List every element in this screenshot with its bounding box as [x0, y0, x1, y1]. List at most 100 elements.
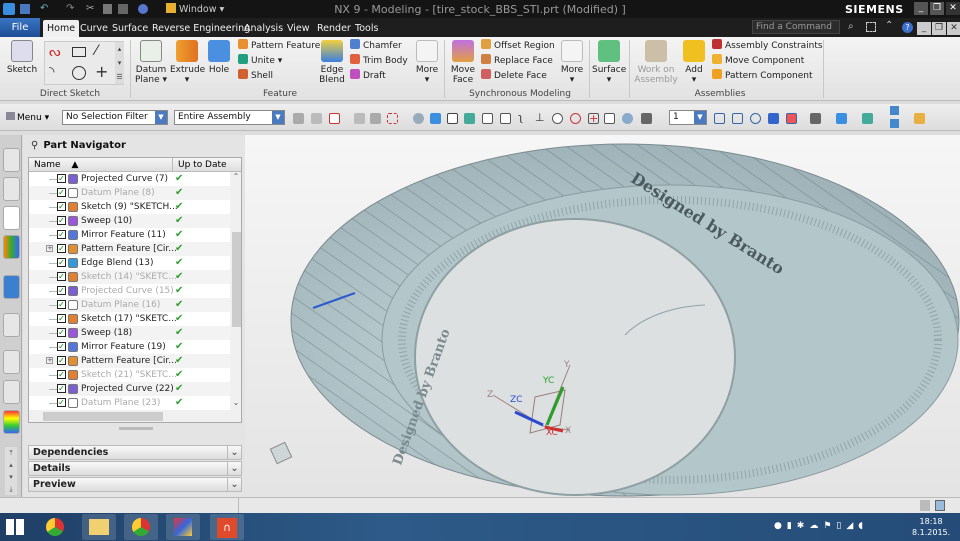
pan-icon[interactable]: [768, 113, 779, 124]
tree-row[interactable]: ✓ Sweep (10) ✔: [29, 214, 230, 228]
sketch-button[interactable]: Sketch: [6, 40, 38, 75]
visibility-checkbox[interactable]: ✓: [57, 398, 66, 407]
existing-point-icon[interactable]: +: [588, 113, 599, 124]
visibility-checkbox[interactable]: ✓: [57, 258, 66, 267]
tab-view[interactable]: View: [283, 20, 314, 37]
replace-face-button[interactable]: Replace Face: [481, 54, 555, 69]
work-view-icon[interactable]: [862, 113, 873, 124]
tab-surface[interactable]: Surface: [108, 20, 152, 37]
part-navigator-tab[interactable]: [3, 206, 20, 230]
assembly-constraints-button[interactable]: Assembly Constraints: [712, 39, 823, 54]
arc-center-icon[interactable]: [552, 113, 563, 124]
visibility-checkbox[interactable]: ✓: [57, 356, 66, 365]
column-header-name[interactable]: Name ▲: [29, 158, 172, 172]
visibility-checkbox[interactable]: ✓: [57, 216, 66, 225]
taskbar-chrome[interactable]: [38, 514, 72, 540]
pin-icon[interactable]: ⚲: [31, 140, 38, 151]
studio-spline-icon[interactable]: ᔓ: [49, 45, 61, 60]
scroll-thumb[interactable]: [43, 412, 163, 421]
body-rule-icon[interactable]: [370, 113, 381, 124]
line-icon[interactable]: ⁄: [95, 43, 97, 59]
extrude-button[interactable]: Extrude ▾: [170, 40, 205, 85]
visibility-checkbox[interactable]: ✓: [57, 202, 66, 211]
tab-reverse-engineering[interactable]: Reverse Engineering: [148, 20, 254, 37]
tree-row[interactable]: ✓ Projected Curve (7) ✔: [29, 172, 230, 186]
tree-row[interactable]: ✓ Sketch (21) "SKETC... ✔: [29, 368, 230, 382]
selection-filter-select[interactable]: No Selection Filter ▼: [62, 110, 168, 125]
tree-row[interactable]: ✓ Sketch (14) "SKETC... ✔: [29, 270, 230, 284]
graphics-viewport[interactable]: Designed by Branto Designed by Branto Y …: [245, 135, 960, 497]
orient-view-icon[interactable]: [786, 113, 797, 124]
pattern-feature-button[interactable]: Pattern Feature: [238, 39, 320, 54]
chamfer-button[interactable]: Chamfer: [350, 39, 408, 54]
palette-tab[interactable]: [3, 410, 20, 434]
rectangle-select-icon[interactable]: [387, 113, 398, 124]
intersection-point-icon[interactable]: ⊥: [535, 112, 546, 124]
solid-body-icon[interactable]: [430, 113, 441, 124]
dynamic-wcs-icon[interactable]: [890, 119, 899, 128]
rotate-icon[interactable]: [750, 113, 761, 124]
tree-row[interactable]: + ✓ Pattern Feature [Cir... ✔: [29, 354, 230, 368]
tree-row[interactable]: ✓ Mirror Feature (19) ✔: [29, 340, 230, 354]
tree-row[interactable]: ✓ Datum Plane (8) ✔: [29, 186, 230, 200]
visibility-checkbox[interactable]: ✓: [57, 286, 66, 295]
shell-button[interactable]: Shell: [238, 69, 320, 84]
tab-home[interactable]: Home: [43, 20, 80, 37]
fit-icon[interactable]: [714, 113, 725, 124]
help-icon[interactable]: ?: [902, 22, 913, 33]
constraint-navigator-tab[interactable]: [3, 177, 20, 201]
visibility-checkbox[interactable]: ✓: [57, 272, 66, 281]
layer-settings-icon[interactable]: [914, 113, 925, 124]
hole-button[interactable]: Hole: [206, 40, 232, 75]
expand-icon[interactable]: +: [46, 357, 53, 364]
zoom-icon[interactable]: [732, 113, 743, 124]
doc-minimize-button[interactable]: _: [917, 22, 931, 35]
snap-icon[interactable]: [293, 113, 304, 124]
history-tab[interactable]: [3, 350, 20, 374]
arc-icon[interactable]: ◝: [49, 64, 54, 80]
tree-row[interactable]: ✓ Sweep (18) ✔: [29, 326, 230, 340]
resource-bar-scroll[interactable]: ⤒ ▴ ▾ ⤓: [5, 447, 17, 495]
dependencies-panel[interactable]: Dependencies ⌄: [28, 445, 242, 460]
tree-row[interactable]: ✓ Edge Blend (13) ✔: [29, 256, 230, 270]
doc-restore-button[interactable]: ❐: [932, 22, 946, 35]
point-icon[interactable]: +: [95, 62, 108, 81]
details-panel[interactable]: Details ⌄: [28, 461, 242, 476]
assembly-navigator-tab[interactable]: [3, 148, 20, 172]
visibility-checkbox[interactable]: ✓: [57, 174, 66, 183]
tree-row[interactable]: + ✓ Pattern Feature [Cir... ✔: [29, 242, 230, 256]
orient-wcs-icon[interactable]: [890, 106, 899, 115]
layer-select[interactable]: 1 ▼: [669, 110, 707, 125]
rendering-style-icon[interactable]: [810, 113, 821, 124]
tab-tools[interactable]: Tools: [351, 20, 382, 37]
visibility-checkbox[interactable]: ✓: [57, 370, 66, 379]
feature-more-button[interactable]: More ▾: [413, 40, 441, 85]
visibility-checkbox[interactable]: ✓: [57, 314, 66, 323]
tree-row[interactable]: ✓ Sketch (17) "SKETC... ✔: [29, 312, 230, 326]
work-on-assembly-button[interactable]: Work on Assembly: [634, 40, 678, 85]
horizontal-scrollbar[interactable]: [29, 410, 241, 422]
visibility-checkbox[interactable]: ✓: [57, 342, 66, 351]
system-materials-tab[interactable]: [3, 380, 20, 404]
delete-face-button[interactable]: Delete Face: [481, 69, 555, 84]
point-on-curve-icon[interactable]: [604, 113, 615, 124]
taskbar-chrome-2[interactable]: [124, 514, 158, 540]
windows-start-icon[interactable]: [6, 519, 24, 535]
selection-scope-select[interactable]: Entire Assembly ▼: [174, 110, 285, 125]
shaded-icon[interactable]: [836, 113, 847, 124]
tree-row[interactable]: ✓ Projected Curve (22) ✔: [29, 382, 230, 396]
splitter-handle[interactable]: [119, 427, 153, 430]
trim-body-button[interactable]: Trim Body: [350, 54, 408, 69]
menu-button[interactable]: Menu ▾: [6, 112, 49, 123]
tree-row[interactable]: ✓ Mirror Feature (11) ✔: [29, 228, 230, 242]
scroll-thumb[interactable]: [232, 232, 241, 327]
offset-region-button[interactable]: Offset Region: [481, 39, 555, 54]
tree-row[interactable]: ✓ Projected Curve (15) ✔: [29, 284, 230, 298]
tree-row[interactable]: ✓ Datum Plane (23) ✔: [29, 396, 230, 410]
visibility-checkbox[interactable]: ✓: [57, 230, 66, 239]
close-button[interactable]: ✕: [946, 2, 960, 15]
point-on-face-icon[interactable]: [622, 113, 633, 124]
web-browser-tab[interactable]: [3, 313, 20, 337]
tab-render[interactable]: Render: [313, 20, 355, 37]
quadrant-point-icon[interactable]: [570, 113, 581, 124]
